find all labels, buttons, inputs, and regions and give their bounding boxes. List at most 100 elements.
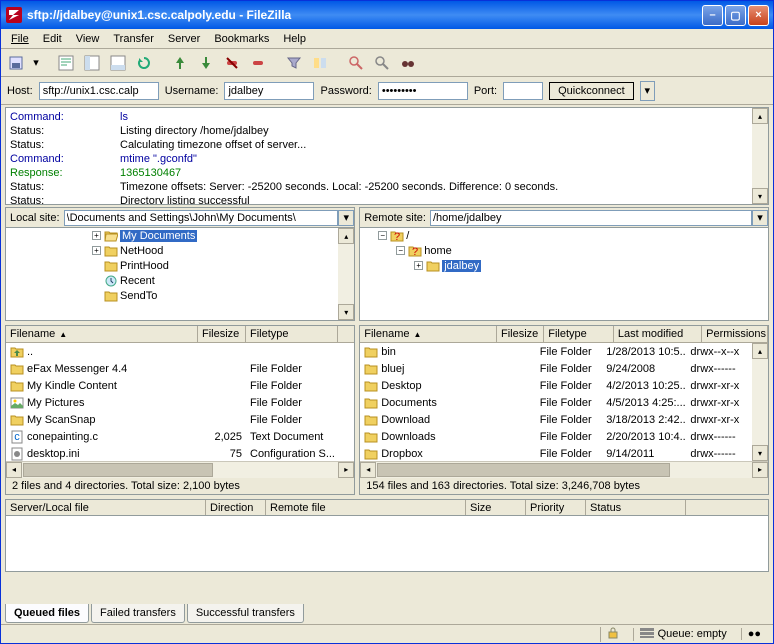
remote-site-input[interactable] [430, 210, 752, 226]
menu-edit[interactable]: Edit [37, 31, 68, 47]
compare-button[interactable] [309, 52, 331, 74]
file-row[interactable]: DownloadsFile Folder2/20/2013 10:4...drw… [360, 428, 768, 445]
remote-tree[interactable]: −?/−?home+jdalbey [359, 227, 769, 321]
menu-file[interactable]: File [5, 31, 35, 47]
toggle-log-button[interactable] [55, 52, 77, 74]
tree-node[interactable]: SendTo [6, 288, 354, 303]
expand-icon[interactable]: + [92, 231, 101, 240]
local-tree[interactable]: + My Documents+NetHood PrintHoodRecent Send… [5, 227, 355, 321]
expand-icon[interactable]: + [92, 246, 101, 255]
column-header[interactable]: Filesize [198, 326, 246, 342]
maximize-button[interactable]: ▢ [725, 5, 746, 26]
file-row[interactable]: DesktopFile Folder4/2/2013 10:25...drwxr… [360, 377, 768, 394]
tree-node[interactable]: −?home [360, 243, 768, 258]
port-input[interactable] [503, 82, 543, 100]
column-header[interactable]: Filesize [497, 326, 544, 342]
sync-browse-button[interactable] [345, 52, 367, 74]
password-label: Password: [320, 85, 371, 97]
mypics-icon [10, 397, 24, 409]
log-scrollbar[interactable]: ▴▾ [752, 108, 768, 204]
column-header[interactable]: Filetype [544, 326, 614, 342]
local-file-list[interactable]: ..eFax Messenger 4.4File FolderMy Kindle… [6, 343, 354, 461]
column-header[interactable]: Size [466, 500, 526, 515]
site-manager-button[interactable] [5, 52, 27, 74]
toggle-tree-button[interactable] [81, 52, 103, 74]
local-site-drop-icon[interactable]: ▾ [338, 210, 354, 226]
tree-node[interactable]: + My Documents [6, 228, 354, 243]
close-button[interactable]: × [748, 5, 769, 26]
column-header[interactable]: Permissions [702, 326, 768, 342]
expand-icon[interactable]: − [396, 246, 405, 255]
tab-queued[interactable]: Queued files [5, 604, 89, 623]
file-row[interactable]: desktop.ini75Configuration S... [6, 445, 354, 461]
local-tree-scrollbar[interactable]: ▴▾ [338, 228, 354, 320]
tree-node[interactable]: −?/ [360, 228, 768, 243]
file-row[interactable]: bluejFile Folder9/24/2008drwx------j [360, 360, 768, 377]
refresh-button[interactable] [133, 52, 155, 74]
quickconnect-history-button[interactable]: ▾ [640, 81, 655, 101]
column-header[interactable]: Priority [526, 500, 586, 515]
file-row[interactable]: binFile Folder1/28/2013 10:5...drwx--x--… [360, 343, 768, 360]
file-row[interactable]: cconepainting.c2,025Text Document [6, 428, 354, 445]
file-row[interactable]: DownloadFile Folder3/18/2013 2:42...drwx… [360, 411, 768, 428]
port-label: Port: [474, 85, 497, 97]
queue-body[interactable] [5, 516, 769, 572]
file-row[interactable]: My ScanSnapFile Folder [6, 411, 354, 428]
minimize-button[interactable]: – [702, 5, 723, 26]
local-hscroll[interactable]: ◂▸ [6, 461, 354, 477]
queue-icon [640, 628, 654, 641]
expand-icon[interactable]: + [414, 261, 423, 270]
disconnect-button[interactable] [221, 52, 243, 74]
search-button[interactable] [371, 52, 393, 74]
binoculars-icon[interactable] [397, 52, 419, 74]
filter-button[interactable] [283, 52, 305, 74]
column-header[interactable]: Server/Local file [6, 500, 206, 515]
tree-label: SendTo [120, 290, 157, 302]
expand-icon[interactable]: − [378, 231, 387, 240]
tree-node[interactable]: PrintHood [6, 258, 354, 273]
menu-view[interactable]: View [70, 31, 106, 47]
remote-list-scrollbar[interactable]: ▴▾ [752, 343, 768, 461]
column-header[interactable]: Direction [206, 500, 266, 515]
file-row[interactable]: .. [6, 343, 354, 360]
column-header[interactable]: Last modified [614, 326, 702, 342]
column-header[interactable]: Filename▲ [360, 326, 497, 342]
tree-node[interactable]: Recent [6, 273, 354, 288]
menu-help[interactable]: Help [277, 31, 312, 47]
file-row[interactable]: DocumentsFile Folder4/5/2013 4:25:...drw… [360, 394, 768, 411]
remote-hscroll[interactable]: ◂▸ [360, 461, 768, 477]
file-row[interactable]: My PicturesFile Folder [6, 394, 354, 411]
toggle-queue-button[interactable] [107, 52, 129, 74]
folder-icon [364, 431, 378, 443]
column-header[interactable]: Filetype [246, 326, 338, 342]
tab-failed[interactable]: Failed transfers [91, 604, 185, 623]
local-site-label: Local site: [6, 212, 64, 224]
file-row[interactable]: DropboxFile Folder9/14/2011drwx------j [360, 445, 768, 461]
message-log[interactable]: Command:lsStatus:Listing directory /home… [5, 107, 769, 205]
local-site-input[interactable] [64, 210, 339, 226]
file-row[interactable]: eFax Messenger 4.4File Folder [6, 360, 354, 377]
tree-node[interactable]: +jdalbey [360, 258, 768, 273]
column-header[interactable]: Remote file [266, 500, 466, 515]
file-row[interactable]: My Kindle ContentFile Folder [6, 377, 354, 394]
menu-transfer[interactable]: Transfer [107, 31, 160, 47]
menu-bookmarks[interactable]: Bookmarks [208, 31, 275, 47]
password-input[interactable] [378, 82, 468, 100]
tab-successful[interactable]: Successful transfers [187, 604, 304, 623]
folder-icon [364, 414, 378, 426]
menu-server[interactable]: Server [162, 31, 206, 47]
column-header[interactable]: Status [586, 500, 686, 515]
column-header[interactable]: Filename▲ [6, 326, 198, 342]
site-manager-drop-icon[interactable]: ▾ [31, 52, 41, 74]
remote-site-drop-icon[interactable]: ▾ [752, 210, 768, 226]
quickconnect-button[interactable]: Quickconnect [549, 82, 634, 100]
host-input[interactable] [39, 82, 159, 100]
remote-file-list[interactable]: binFile Folder1/28/2013 10:5...drwx--x--… [360, 343, 768, 461]
reconnect-button[interactable] [247, 52, 269, 74]
cancel-button[interactable] [195, 52, 217, 74]
username-input[interactable] [224, 82, 314, 100]
tree-label: My Documents [120, 230, 197, 242]
tree-label: PrintHood [120, 260, 169, 272]
tree-node[interactable]: +NetHood [6, 243, 354, 258]
process-queue-button[interactable] [169, 52, 191, 74]
